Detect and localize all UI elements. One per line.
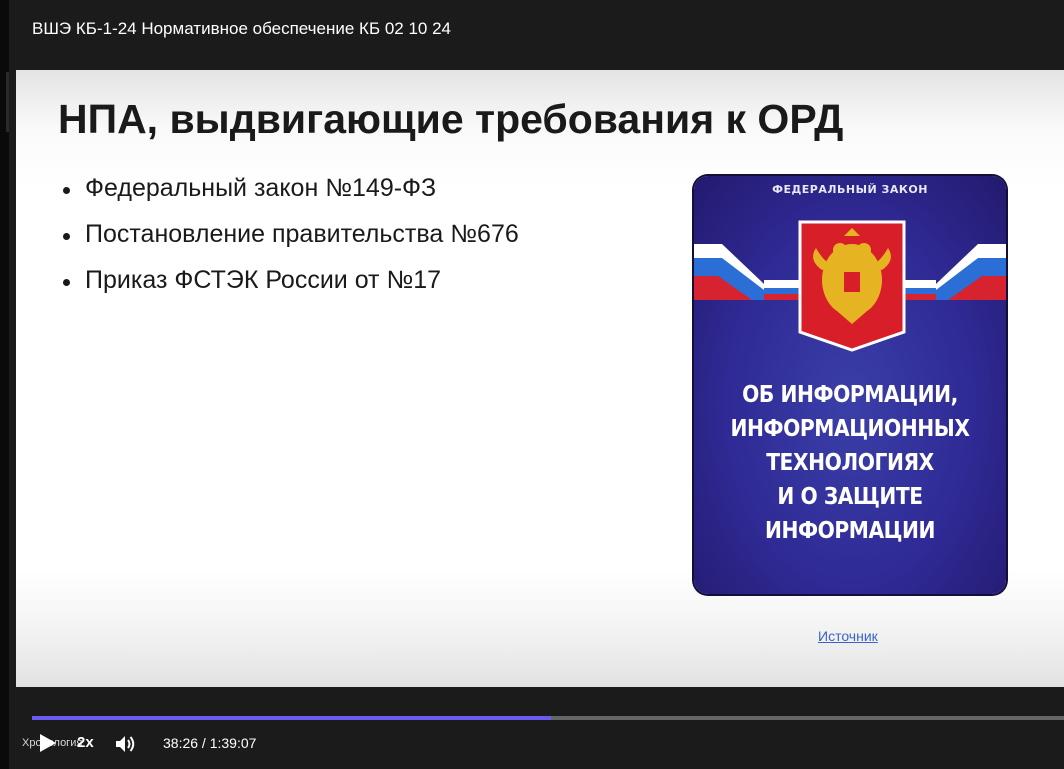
- bullet-item: Федеральный закон №149-ФЗ: [61, 174, 519, 220]
- bullet-item: Приказ ФСТЭК России от №17: [61, 266, 519, 312]
- playback-speed-button[interactable]: 2x: [77, 734, 94, 751]
- law-book-cover-image: ФЕДЕРАЛЬНЫЙ ЗАКОН ОБ ИНФОРМАЦИИ, ИНФОРМА…: [694, 176, 1006, 594]
- book-title: ОБ ИНФОРМАЦИИ, ИНФОРМАЦИОННЫХ ТЕХНОЛОГИЯ…: [713, 378, 988, 548]
- coat-of-arms-icon: [798, 220, 906, 352]
- title-bar: ВШЭ КБ-1-24 Нормативное обеспечение КБ 0…: [9, 0, 1064, 70]
- play-icon[interactable]: [35, 731, 59, 755]
- progress-bar[interactable]: [32, 716, 1064, 720]
- bullet-text: Приказ ФСТЭК России от №17: [85, 266, 442, 294]
- video-frame-slide[interactable]: НПА, выдвигающие требования к ОРД Федера…: [16, 70, 1064, 687]
- slide-heading: НПА, выдвигающие требования к ОРД: [58, 96, 844, 142]
- video-player: ВШЭ КБ-1-24 Нормативное обеспечение КБ 0…: [9, 0, 1064, 769]
- bullet-dot: [63, 187, 70, 194]
- bullet-text: Постановление правительства №676: [85, 220, 519, 248]
- slide-bullet-list: Федеральный закон №149-ФЗ Постановление …: [61, 174, 519, 312]
- left-edge: [0, 0, 9, 769]
- video-title: ВШЭ КБ-1-24 Нормативное обеспечение КБ 0…: [32, 19, 451, 38]
- bullet-dot: [63, 279, 70, 286]
- bullet-text: Федеральный закон №149-ФЗ: [85, 174, 437, 202]
- book-title-line: И О ЗАЩИТЕ: [777, 484, 923, 510]
- bullet-dot: [63, 233, 70, 240]
- volume-icon[interactable]: [113, 732, 137, 756]
- player-controls: Хронология 2x 38:26 / 1:39:07: [9, 687, 1064, 769]
- book-title-line: ИНФОРМАЦИИ: [764, 518, 936, 544]
- book-title-line: ИНФОРМАЦИОННЫХ: [730, 416, 970, 442]
- time-display: 38:26 / 1:39:07: [163, 735, 257, 751]
- progress-bar-fill: [32, 716, 551, 720]
- book-header: ФЕДЕРАЛЬНЫЙ ЗАКОН: [772, 183, 928, 196]
- book-title-line: ОБ ИНФОРМАЦИИ,: [742, 382, 958, 408]
- bullet-item: Постановление правительства №676: [61, 220, 519, 266]
- source-link[interactable]: Источник: [818, 628, 878, 644]
- book-title-line: ТЕХНОЛОГИЯХ: [766, 450, 934, 476]
